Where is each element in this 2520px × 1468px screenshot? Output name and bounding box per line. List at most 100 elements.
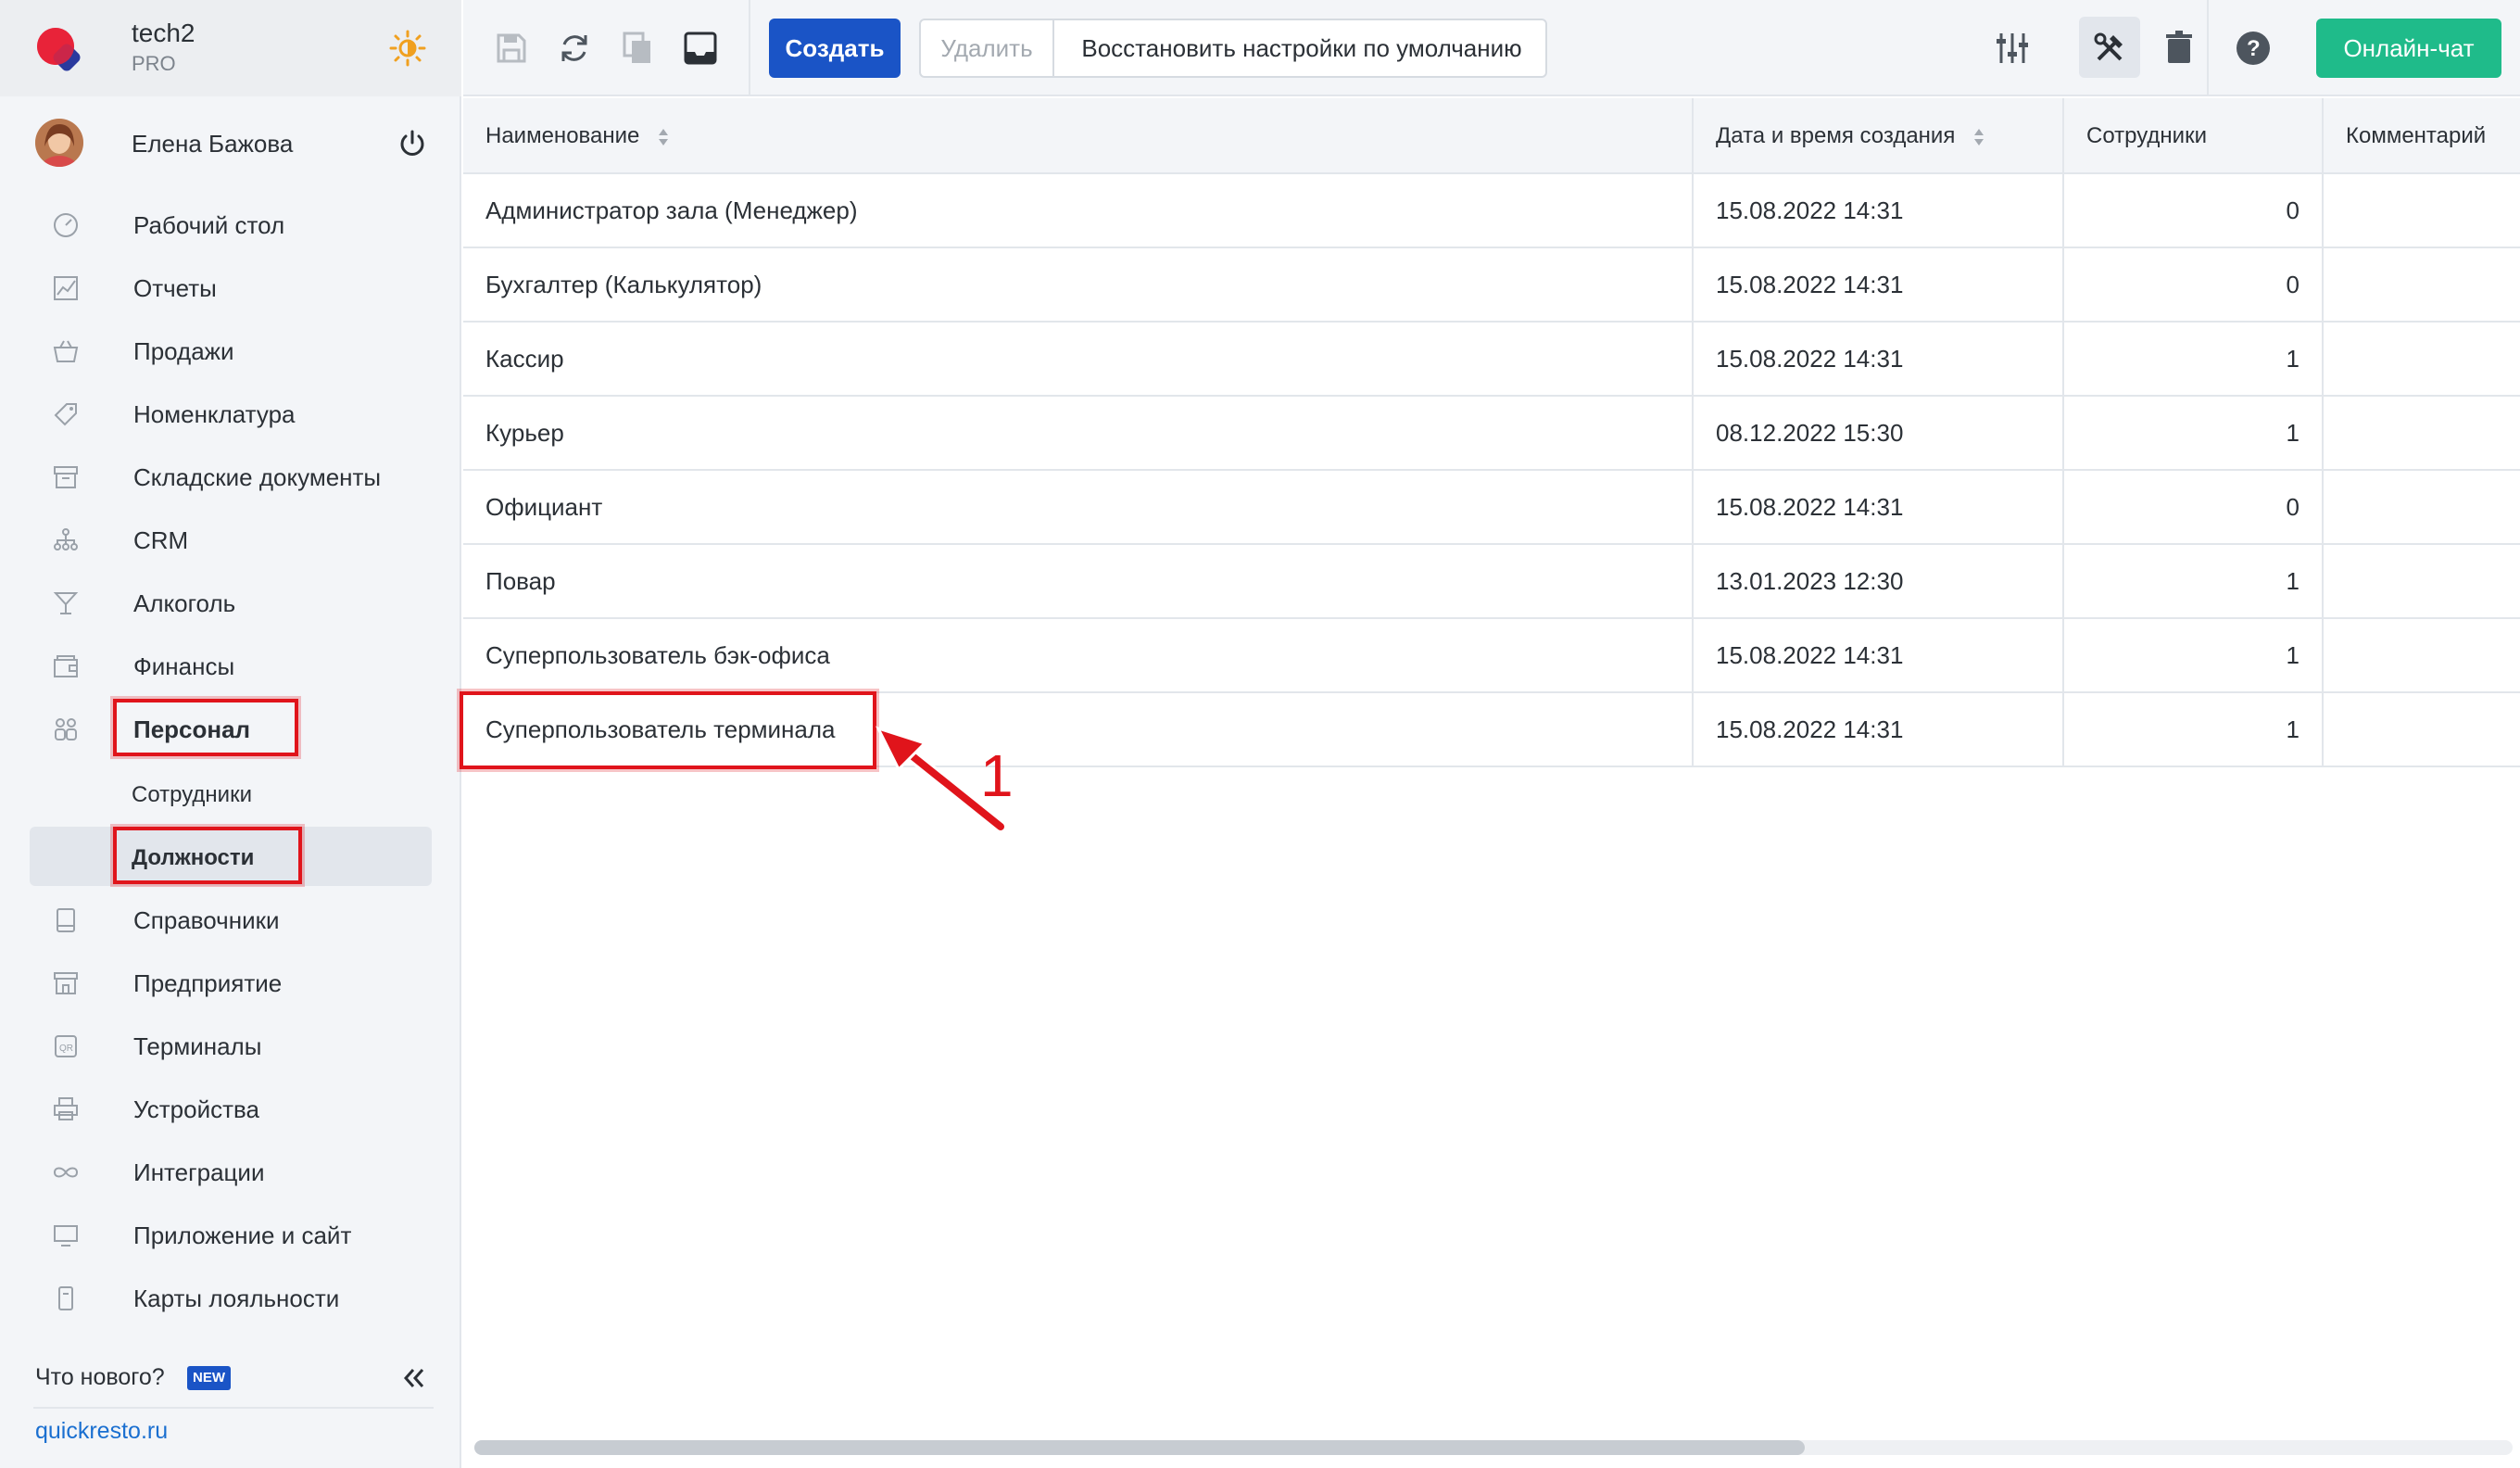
monitor-icon [54, 1225, 78, 1247]
sidebar-item-devices[interactable]: Устройства [30, 1079, 432, 1138]
sidebar-item-references[interactable]: Справочники [30, 890, 432, 949]
sun-icon[interactable] [389, 30, 426, 67]
column-header-comment[interactable]: Комментарий [2324, 98, 2520, 174]
sidebar-item-alcohol[interactable]: Алкоголь [30, 573, 432, 632]
new-badge: NEW [187, 1366, 231, 1390]
table-row[interactable]: Бухгалтер (Калькулятор) 15.08.2022 14:31… [463, 248, 2520, 323]
sidebar-item-integrations[interactable]: Интеграции [30, 1142, 432, 1201]
user-name: Елена Бажова [132, 130, 294, 158]
sort-icon[interactable] [657, 127, 670, 147]
cell-comment [2324, 693, 2520, 766]
sidebar-item-nomenclature[interactable]: Номенклатура [30, 384, 432, 443]
sidebar-item-label: Алкоголь [133, 589, 236, 617]
svg-text:QR: QR [59, 1044, 73, 1054]
sidebar-item-label: Персонал [133, 715, 251, 743]
sidebar-item-label: Терминалы [133, 1032, 262, 1060]
cell-created: 15.08.2022 14:31 [1716, 493, 1904, 521]
cell-created: 15.08.2022 14:31 [1716, 345, 1904, 373]
save-icon[interactable] [491, 28, 532, 69]
copy-icon[interactable] [617, 28, 658, 69]
sidebar-subitem-positions[interactable]: Должности [30, 827, 432, 886]
tools-icon[interactable] [2089, 28, 2130, 69]
sidebar-item-dashboard[interactable]: Рабочий стол [30, 195, 432, 254]
cell-employees: 0 [2286, 196, 2300, 224]
archive-icon [54, 466, 78, 488]
column-header-label: Наименование [485, 123, 640, 148]
sidebar-item-warehouse-docs[interactable]: Складские документы [30, 447, 432, 506]
sidebar-item-label: Складские документы [133, 463, 382, 491]
create-button[interactable]: Создать [769, 19, 901, 78]
toolbar-separator [749, 0, 750, 96]
sidebar-item-label: Приложение и сайт [133, 1221, 352, 1249]
restore-defaults-button[interactable]: Восстановить настройки по умолчанию [1056, 20, 1547, 76]
cell-name: Курьер [485, 419, 564, 447]
sidebar-item-app-site[interactable]: Приложение и сайт [30, 1205, 432, 1264]
sidebar-item-finance[interactable]: Финансы [30, 636, 432, 695]
table-row[interactable]: Администратор зала (Менеджер) 15.08.2022… [463, 174, 2520, 248]
refresh-icon[interactable] [554, 28, 595, 69]
sidebar-item-label: CRM [133, 526, 189, 554]
table-row[interactable]: Повар 13.01.2023 12:30 1 [463, 545, 2520, 619]
cell-created: 08.12.2022 15:30 [1716, 419, 1904, 447]
cell-comment [2324, 323, 2520, 395]
whats-new-link[interactable]: Что нового? [35, 1364, 165, 1391]
toolbar-separator [2207, 0, 2209, 96]
column-header-employees[interactable]: Сотрудники [2064, 98, 2322, 174]
column-header-created[interactable]: Дата и время создания [1694, 98, 2062, 174]
table-row[interactable]: Суперпользователь терминала 15.08.2022 1… [463, 693, 2520, 767]
staff-icon [55, 718, 77, 740]
delete-button[interactable]: Удалить [921, 20, 1054, 76]
brand-header: tech2 PRO [0, 0, 461, 96]
cell-name: Повар [485, 567, 556, 595]
cell-created: 15.08.2022 14:31 [1716, 271, 1904, 298]
qr-icon: QR [55, 1035, 77, 1057]
sidebar-item-terminals[interactable]: QR Терминалы [30, 1016, 432, 1075]
trash-icon[interactable] [2159, 28, 2199, 69]
sidebar-item-label: Продажи [133, 337, 234, 365]
sidebar-item-label: Рабочий стол [133, 211, 285, 239]
cell-comment [2324, 174, 2520, 247]
sidebar-item-enterprise[interactable]: Предприятие [30, 953, 432, 1012]
cell-name: Бухгалтер (Калькулятор) [485, 271, 762, 298]
cell-name: Кассир [485, 345, 564, 373]
sidebar-item-loyalty-cards[interactable]: Карты лояльности [30, 1268, 432, 1327]
sidebar-subitem-label: Сотрудники [132, 782, 252, 807]
horizontal-scrollbar[interactable] [474, 1440, 2513, 1455]
sidebar-item-reports[interactable]: Отчеты [30, 258, 432, 317]
sidebar-item-personnel[interactable]: Персонал [30, 699, 432, 758]
sidebar-item-crm[interactable]: CRM [30, 510, 432, 569]
tag-icon [54, 403, 77, 426]
infinity-icon [53, 1167, 79, 1178]
svg-text:?: ? [2247, 36, 2261, 61]
sort-icon[interactable] [1972, 127, 1985, 147]
sidebar-item-label: Финансы [133, 652, 235, 680]
help-icon[interactable]: ? [2233, 28, 2274, 69]
cell-created: 15.08.2022 14:31 [1716, 196, 1904, 224]
cell-comment [2324, 397, 2520, 469]
online-chat-button[interactable]: Онлайн-чат [2316, 19, 2501, 78]
cell-employees: 0 [2286, 271, 2300, 298]
sidebar-subitem-employees[interactable]: Сотрудники [30, 764, 432, 823]
table-row[interactable]: Кассир 15.08.2022 14:31 1 [463, 323, 2520, 397]
inbox-icon[interactable] [680, 28, 721, 69]
cell-name: Администратор зала (Менеджер) [485, 196, 858, 224]
table-header: Наименование Дата и время создания Сотру… [463, 98, 2520, 174]
power-icon[interactable] [397, 128, 428, 159]
table-row[interactable]: Курьер 08.12.2022 15:30 1 [463, 397, 2520, 471]
column-settings-icon[interactable] [1992, 28, 2033, 69]
sidebar-item-sales[interactable]: Продажи [30, 321, 432, 380]
table-row[interactable]: Официант 15.08.2022 14:31 0 [463, 471, 2520, 545]
cell-created: 15.08.2022 14:31 [1716, 715, 1904, 743]
column-header-label: Дата и время создания [1716, 123, 1956, 148]
scrollbar-thumb[interactable] [474, 1440, 1805, 1455]
store-icon [54, 972, 78, 994]
site-link[interactable]: quickresto.ru [35, 1418, 168, 1445]
collapse-icon[interactable] [398, 1362, 430, 1394]
cocktail-icon [53, 592, 79, 614]
column-header-name[interactable]: Наименование [463, 98, 1692, 174]
chart-icon [54, 276, 78, 300]
sidebar-item-label: Номенклатура [133, 400, 296, 428]
avatar[interactable] [35, 119, 83, 167]
user-row: Елена Бажова [0, 113, 461, 172]
table-row[interactable]: Суперпользователь бэк-офиса 15.08.2022 1… [463, 619, 2520, 693]
